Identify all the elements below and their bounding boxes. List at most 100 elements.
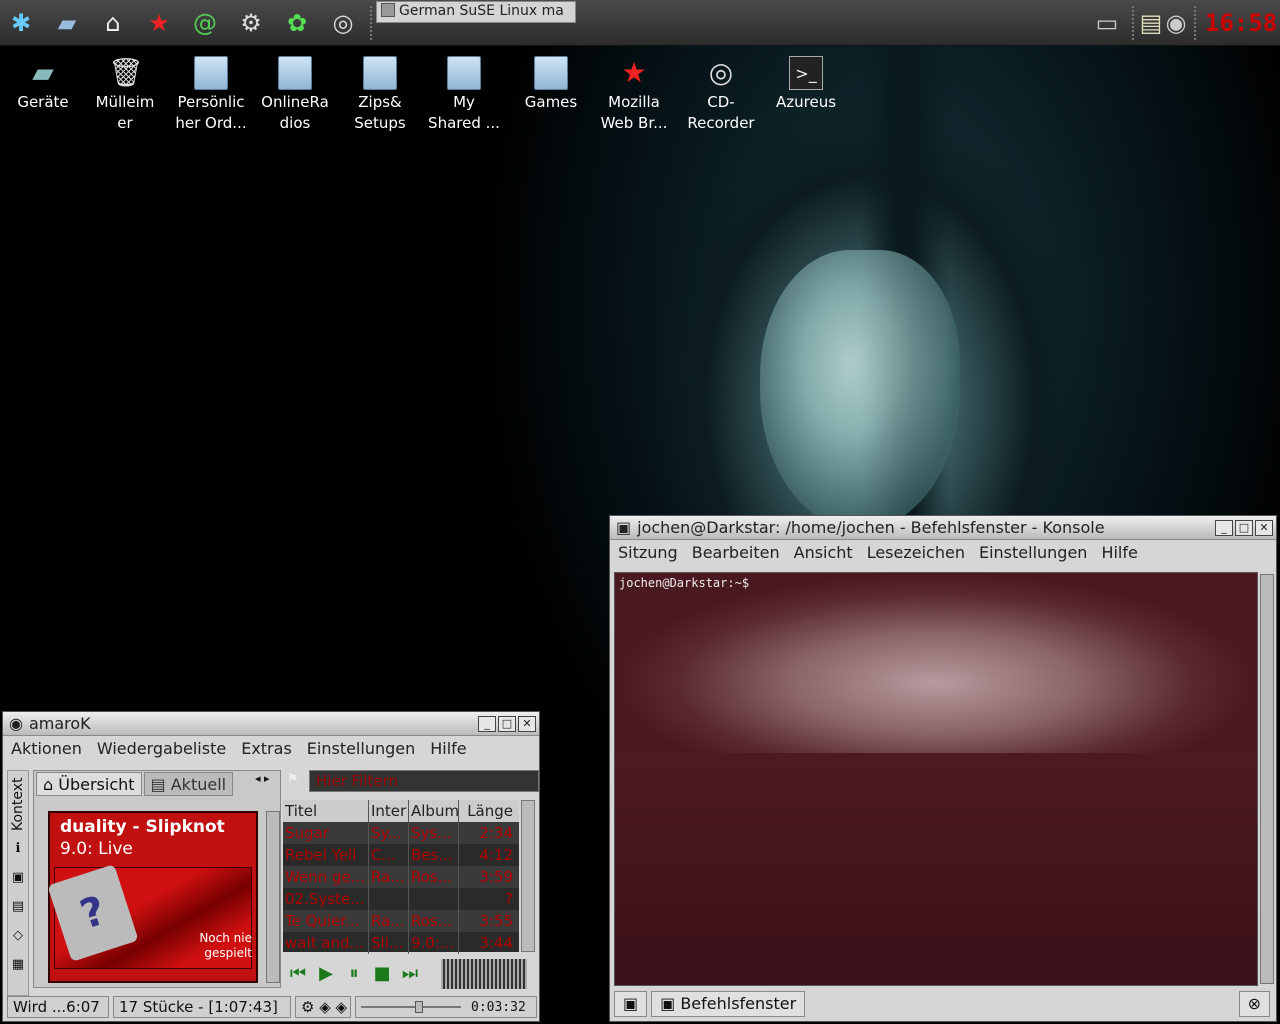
minimize-button[interactable]: _	[1215, 519, 1233, 536]
home-folder-icon	[194, 56, 228, 90]
desktop-icon-azureus[interactable]: >_ Azureus	[763, 56, 849, 113]
info-icon[interactable]: ℹ	[8, 841, 28, 856]
close-button[interactable]: ✕	[1255, 519, 1273, 536]
next-button[interactable]: ⏭	[399, 963, 421, 985]
menu-aktionen[interactable]: Aktionen	[11, 739, 82, 758]
close-session-button[interactable]: ⊗	[1238, 991, 1270, 1017]
app-icon: ◉	[9, 714, 23, 733]
monitor-icon[interactable]: ▭	[1088, 4, 1126, 42]
collection-icon[interactable]: ▣	[8, 870, 28, 885]
kde-menu-icon[interactable]: ✱	[2, 4, 40, 42]
star-browser-icon[interactable]: ★	[140, 4, 178, 42]
position-slider[interactable]: 0:03:32	[355, 996, 537, 1018]
menu-bearbeiten[interactable]: Bearbeiten	[692, 543, 780, 562]
context-scrollbar[interactable]	[266, 811, 280, 983]
terminal-icon: ▣	[660, 994, 681, 1013]
column-titel[interactable]: Titel	[283, 800, 369, 822]
pause-button[interactable]: ⏸	[343, 963, 365, 985]
previous-button[interactable]: ⏮	[287, 963, 309, 985]
menu-einstellungen[interactable]: Einstellungen	[307, 739, 415, 758]
desktop-icon-zips[interactable]: Zips& Setups	[337, 56, 423, 134]
konsole-titlebar[interactable]: ▣ jochen@Darkstar: /home/jochen - Befehl…	[610, 516, 1276, 540]
folder-icon	[363, 56, 397, 90]
filter-input[interactable]: Hier Filtern	[309, 770, 539, 792]
menu-hilfe[interactable]: Hilfe	[430, 739, 466, 758]
tab-uebersicht[interactable]: ⌂ Übersicht	[36, 772, 142, 796]
column-interpret[interactable]: Inter	[369, 800, 409, 822]
table-row[interactable]: Sugar Sy... Sys... 2:34	[283, 822, 519, 844]
steam-icon[interactable]: ⚙	[232, 4, 270, 42]
folder-icon	[534, 56, 568, 90]
tray-notes-icon[interactable]: ▤	[1140, 4, 1163, 42]
slider-handle[interactable]	[415, 1001, 423, 1013]
maximize-button[interactable]: □	[498, 715, 516, 732]
home-icon[interactable]: ⌂	[94, 4, 132, 42]
wallpaper-face	[760, 250, 960, 530]
play-button[interactable]: ▶	[315, 963, 337, 985]
tab-aktuell[interactable]: ▤ Aktuell	[143, 772, 234, 796]
menu-ansicht[interactable]: Ansicht	[794, 543, 853, 562]
tab-kontext[interactable]: Kontext	[8, 771, 28, 835]
terminal-area[interactable]: jochen@Darkstar:~$	[614, 572, 1258, 986]
menu-einstellungen[interactable]: Einstellungen	[979, 543, 1087, 562]
terminal-background	[615, 753, 1257, 985]
amarok-statusbar: Wird ...6:07 17 Stücke - [1:07:43] ⚙ ◈ ◈…	[7, 996, 537, 1018]
cd-icon[interactable]: ◎	[324, 4, 362, 42]
table-row[interactable]: Te Quier... Ra... Ros... 3:55	[283, 910, 519, 932]
desktop-icon-trash[interactable]: 🗑 Mülleim er	[82, 56, 168, 134]
menu-sitzung[interactable]: Sitzung	[618, 543, 678, 562]
desktop-icon-geraete[interactable]: ▰ Geräte	[0, 56, 86, 113]
window-title: amaroK	[28, 714, 91, 733]
player-controls: ⏮ ▶ ⏸ ■ ⏭	[283, 958, 539, 990]
amarok-titlebar[interactable]: ◉ amaroK _ □ ✕	[3, 712, 539, 736]
context-panel: ⌂ Übersicht ▤ Aktuell duality - Slipknot…	[33, 770, 281, 988]
desktop-icon-onlineradios[interactable]: OnlineRa dios	[252, 56, 338, 134]
desktop-icon-home[interactable]: Persönlic her Ord...	[168, 56, 254, 134]
table-row[interactable]: Rebel Yell C... Bes... 4:12	[283, 844, 519, 866]
menu-hilfe[interactable]: Hilfe	[1101, 543, 1137, 562]
table-row[interactable]: wait and... Sli... 9.0:... 3:44	[283, 932, 519, 954]
table-row[interactable]: Wenn ge... Ra... Ros... 3:59	[283, 866, 519, 888]
menu-lesezeichen[interactable]: Lesezeichen	[867, 543, 965, 562]
tray-cd-icon[interactable]: ◉	[1164, 4, 1188, 42]
flower-icon[interactable]: ✿	[278, 4, 316, 42]
now-playing-box: duality - Slipknot 9.0: Live ? Noch nie …	[47, 811, 258, 983]
status-tracks: 17 Stücke - [1:07:43]	[113, 996, 291, 1018]
email-icon[interactable]: @	[186, 4, 224, 42]
drive-icon: ▰	[32, 56, 54, 89]
column-laenge[interactable]: Länge	[459, 800, 517, 822]
terminal-scrollbar[interactable]	[1260, 574, 1274, 984]
maximize-button[interactable]: □	[1235, 519, 1253, 536]
column-album[interactable]: Album	[409, 800, 459, 822]
stop-button[interactable]: ■	[371, 963, 393, 985]
home-icon: ⌂	[43, 775, 59, 794]
table-row[interactable]: 02.Syste...?	[283, 888, 519, 910]
close-button[interactable]: ✕	[518, 715, 536, 732]
media-icon[interactable]: ◇	[8, 928, 28, 943]
status-icons[interactable]: ⚙ ◈ ◈	[295, 996, 351, 1018]
analyzer[interactable]	[441, 959, 527, 989]
playlist-scrollbar[interactable]	[521, 800, 535, 952]
tab-scroll-buttons[interactable]: ◂ ▸	[255, 772, 270, 785]
desktop-icon-games[interactable]: Games	[508, 56, 594, 113]
minimize-button[interactable]: _	[478, 715, 496, 732]
mozilla-icon: ★	[621, 56, 647, 89]
desktop-icon-mozilla[interactable]: ★ Mozilla Web Br...	[591, 56, 677, 134]
desktop-icon-cdrecorder[interactable]: ◎ CD- Recorder	[678, 56, 764, 134]
slider-track[interactable]	[361, 1001, 461, 1013]
menu-extras[interactable]: Extras	[241, 739, 292, 758]
session-tab[interactable]: ▣ Befehlsfenster	[651, 991, 806, 1017]
files-icon[interactable]: ▦	[8, 957, 28, 972]
cd-recorder-icon: ◎	[708, 56, 734, 89]
desktop-icon-myshared[interactable]: My Shared ...	[421, 56, 507, 134]
amarok-menubar: Aktionen Wiedergabeliste Extras Einstell…	[3, 736, 539, 761]
taskbar-button[interactable]: German SuSE Linux ma	[376, 1, 576, 23]
konsole-window: ▣ jochen@Darkstar: /home/jochen - Befehl…	[609, 515, 1277, 1022]
drive-icon[interactable]: ▰	[48, 4, 86, 42]
new-session-button[interactable]: ▣	[614, 991, 648, 1017]
menu-wiedergabeliste[interactable]: Wiedergabeliste	[97, 739, 226, 758]
panel-clock[interactable]: 16:58	[1205, 6, 1277, 40]
flag-icon: ⚑	[287, 772, 299, 787]
playlists-icon[interactable]: ▤	[8, 899, 28, 914]
side-tabs: Kontext ℹ ▣ ▤ ◇ ▦	[7, 770, 29, 996]
